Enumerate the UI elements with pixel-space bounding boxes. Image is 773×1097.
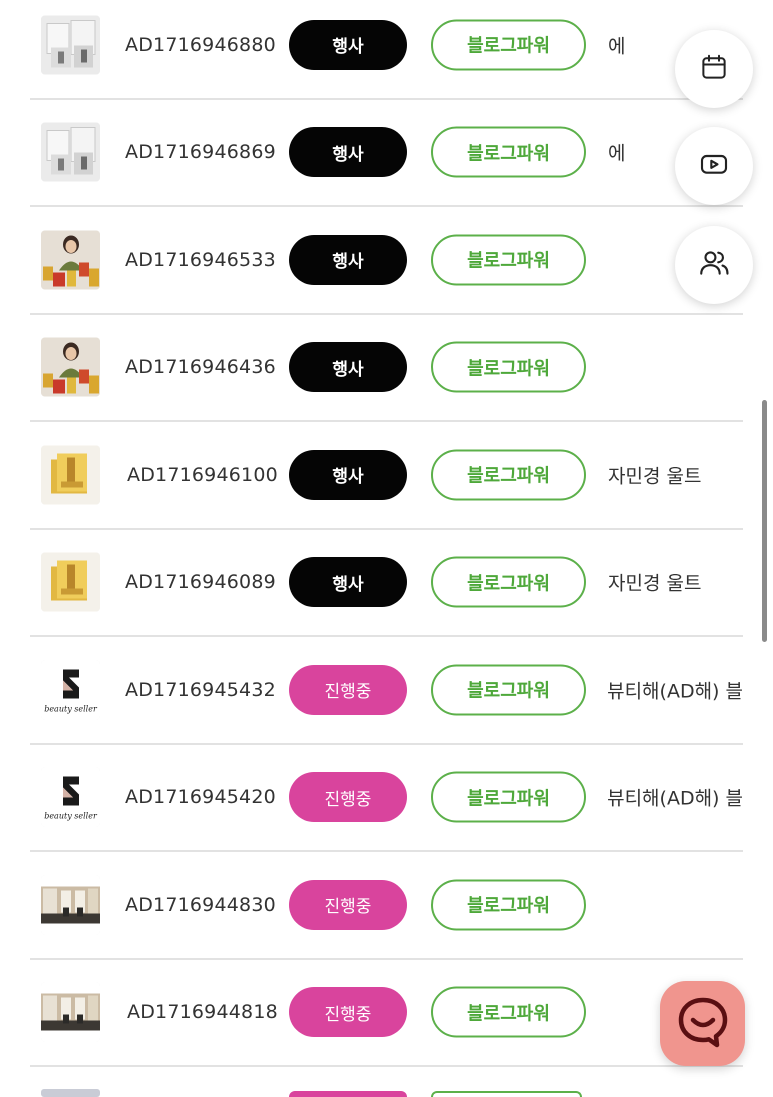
svg-text:beauty seller: beauty seller bbox=[44, 704, 98, 713]
video-button[interactable] bbox=[675, 127, 753, 205]
status-badge: 행사 bbox=[289, 342, 407, 393]
chat-smile-icon bbox=[673, 992, 733, 1056]
status-badge: 행사 bbox=[289, 557, 407, 608]
status-badge: 행사 bbox=[289, 19, 407, 70]
media-type-button[interactable]: 블로그파워 bbox=[431, 879, 586, 931]
media-type-button[interactable]: 블로그파워 bbox=[431, 19, 586, 71]
ad-id: AD1716946100 bbox=[127, 463, 278, 486]
svg-text:beauty seller: beauty seller bbox=[44, 812, 98, 821]
ad-row[interactable]: AD1716946533 행사 블로그파워 bbox=[30, 207, 743, 315]
campaign-title-text: 자민경 울트 bbox=[608, 465, 702, 488]
campaign-title: 뷰티해(AD해) 블 bbox=[608, 676, 743, 703]
media-type-button[interactable]: 블로그파워 bbox=[431, 126, 586, 178]
product-box-icon bbox=[41, 122, 100, 182]
ad-row[interactable]: AD1716946089 행사 블로그파워 자민경 울트 bbox=[30, 530, 743, 637]
media-type-button[interactable]: 블로그파워 bbox=[431, 771, 586, 823]
media-type-button[interactable]: 블로그파워 bbox=[431, 341, 586, 393]
beauty-seller-logo: beauty seller bbox=[41, 660, 100, 720]
ad-row[interactable]: AD1716946100 행사 블로그파워 자민경 울트 bbox=[30, 422, 743, 530]
ad-row[interactable]: AD1716946880 행사 블로그파워 에 bbox=[30, 0, 743, 100]
ad-row[interactable]: beauty seller AD1716945432 진행중 블로그파워 뷰티해(AD… bbox=[30, 637, 743, 745]
ad-id: AD1716946436 bbox=[125, 356, 276, 379]
ad-row[interactable]: beauty seller AD1716945420 진행중 블로그파워 뷰티해(AD… bbox=[30, 745, 743, 852]
campaign-title: 자민경 울트 bbox=[608, 569, 743, 596]
users-button[interactable] bbox=[675, 226, 753, 304]
campaign-title-text: 에 bbox=[608, 142, 626, 165]
ad-id: AD1716945420 bbox=[125, 786, 276, 809]
status-badge: 진행중 bbox=[289, 772, 407, 823]
status-badge: 진행중 bbox=[289, 879, 407, 930]
status-badge: 행사 bbox=[289, 234, 407, 285]
scrollbar[interactable] bbox=[762, 400, 767, 642]
status-badge: 행사 bbox=[289, 127, 407, 178]
campaign-title-text: 자민경 울트 bbox=[608, 572, 702, 595]
media-type-button[interactable]: 블로그파워 bbox=[431, 986, 586, 1038]
campaign-title-text: 뷰티해(AD해) 블 bbox=[608, 787, 743, 810]
ad-id: AD1716944830 bbox=[125, 893, 276, 916]
media-type-button[interactable]: 블로그파워 bbox=[431, 449, 586, 501]
calendar-button[interactable] bbox=[675, 30, 753, 108]
salon-interior-photo bbox=[41, 982, 100, 1042]
status-badge: 진행중 bbox=[289, 664, 407, 715]
media-type-button[interactable]: 블로그파워 bbox=[431, 664, 586, 716]
media-type-button[interactable]: 블로그파워 bbox=[431, 234, 586, 286]
ad-row[interactable]: AD1716944818 진행중 블로그파워 bbox=[30, 960, 743, 1067]
campaign-title-text: 뷰티해(AD해) 블 bbox=[608, 680, 743, 703]
ad-row[interactable]: AD1716944830 진행중 블로그파워 bbox=[30, 852, 743, 960]
ad-id: AD1716944818 bbox=[127, 1001, 278, 1024]
beauty-seller-logo: beauty seller bbox=[41, 767, 100, 827]
play-video-icon bbox=[698, 148, 730, 184]
ad-id: AD1716946880 bbox=[125, 33, 276, 56]
gold-box-photo bbox=[41, 552, 100, 612]
ad-row[interactable]: AD1716946436 행사 블로그파워 bbox=[30, 315, 743, 422]
calendar-icon bbox=[699, 52, 729, 86]
ad-id: AD1716946869 bbox=[125, 141, 276, 164]
woman-gifts-photo bbox=[41, 230, 100, 290]
media-type-button[interactable]: 블로그파워 bbox=[431, 556, 586, 608]
campaign-title: 자민경 울트 bbox=[608, 461, 743, 488]
users-icon bbox=[697, 246, 731, 284]
woman-gifts-photo bbox=[41, 337, 100, 397]
campaign-title: 뷰티해(AD해) 블 bbox=[608, 784, 743, 811]
status-badge: 진행중 bbox=[289, 987, 407, 1038]
ad-id: AD1716945432 bbox=[125, 678, 276, 701]
salon-interior-photo bbox=[41, 875, 100, 935]
product-box-icon bbox=[41, 15, 100, 75]
gold-box-photo bbox=[41, 445, 100, 505]
ad-id: AD1716946533 bbox=[125, 248, 276, 271]
ad-id: AD1716946089 bbox=[125, 571, 276, 594]
ad-list: AD1716946880 행사 블로그파워 에 AD1716946869 행사 블로그파워… bbox=[30, 0, 743, 1067]
chat-button[interactable] bbox=[660, 981, 745, 1066]
status-badge: 행사 bbox=[289, 449, 407, 500]
ad-row[interactable]: AD1716946869 행사 블로그파워 에 bbox=[30, 100, 743, 207]
campaign-title-text: 에 bbox=[608, 35, 626, 58]
